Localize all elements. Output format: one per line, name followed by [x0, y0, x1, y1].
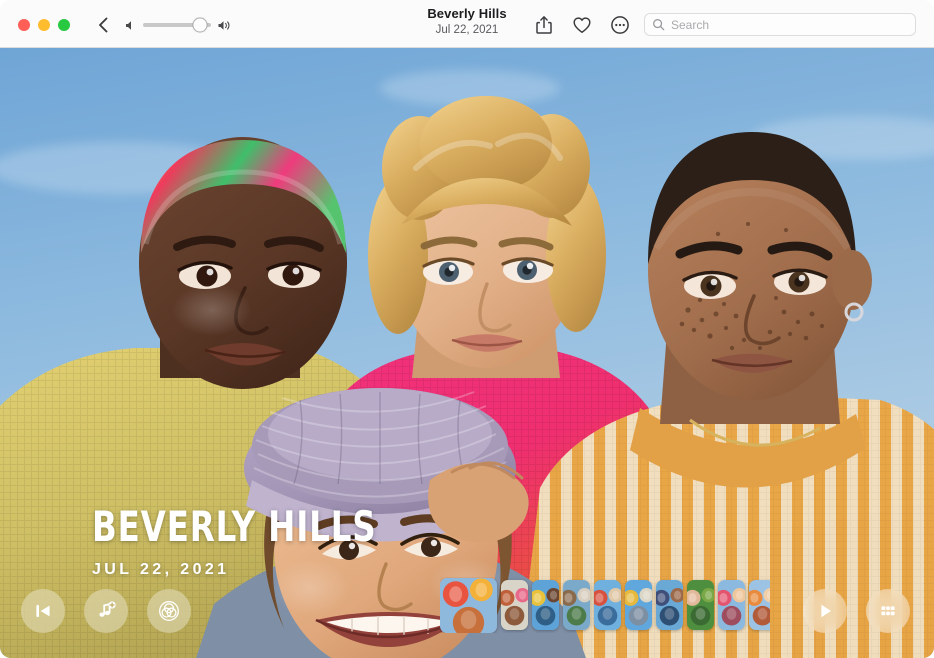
play-button[interactable] [803, 589, 847, 633]
previous-memory-button[interactable] [21, 589, 65, 633]
memory-music-button[interactable] [84, 589, 128, 633]
maximize-button[interactable] [58, 19, 70, 31]
memory-photo-stage[interactable]: BEVERLY HILLS JUL 22, 2021 [0, 48, 934, 658]
rewind-icon [33, 601, 53, 621]
chevron-left-icon [93, 14, 115, 36]
minimize-button[interactable] [38, 19, 50, 31]
thumbnail-image [687, 580, 714, 630]
play-icon [815, 601, 835, 621]
window-toolbar: Beverly Hills Jul 22, 2021 [0, 0, 934, 48]
thumbnail-image [656, 580, 683, 630]
memory-filters-button[interactable] [147, 589, 191, 633]
volume-slider-thumb[interactable] [193, 18, 208, 33]
memory-filmstrip[interactable] [440, 577, 770, 633]
photos-memory-window: Beverly Hills Jul 22, 2021 [0, 0, 934, 658]
share-icon [533, 14, 555, 36]
speaker-low-icon [124, 19, 137, 32]
music-note-plus-icon [95, 600, 117, 622]
thumbnail-image [532, 580, 559, 630]
filmstrip-thumbnail[interactable] [594, 580, 621, 630]
thumbnail-image [718, 580, 745, 630]
heart-icon [571, 14, 593, 36]
ellipsis-circle-icon [609, 14, 631, 36]
filmstrip-thumbnail[interactable] [656, 580, 683, 630]
filmstrip-thumbnail[interactable] [749, 580, 770, 630]
grid-view-button[interactable] [866, 589, 910, 633]
filters-venn-icon [158, 600, 180, 622]
search-icon [652, 18, 665, 31]
back-button[interactable] [93, 14, 115, 36]
close-button[interactable] [18, 19, 30, 31]
filmstrip-thumbnail[interactable] [501, 580, 528, 630]
more-button[interactable] [609, 14, 631, 36]
grid-icon [878, 601, 898, 621]
thumbnail-image [625, 580, 652, 630]
thumbnail-image [594, 580, 621, 630]
volume-slider-track[interactable] [143, 23, 211, 27]
share-button[interactable] [533, 14, 555, 36]
thumbnail-image [501, 580, 528, 630]
filmstrip-thumbnail[interactable] [687, 580, 714, 630]
filmstrip-thumbnail[interactable] [532, 580, 559, 630]
thumbnail-image [563, 580, 590, 630]
thumbnail-image [749, 580, 770, 630]
thumbnail-image [440, 578, 497, 633]
search-input[interactable]: Search [671, 19, 709, 31]
volume-control[interactable] [124, 17, 232, 33]
favorite-button[interactable] [571, 14, 593, 36]
filmstrip-thumbnail[interactable] [563, 580, 590, 630]
filmstrip-thumbnail[interactable] [625, 580, 652, 630]
filmstrip-thumbnail[interactable] [718, 580, 745, 630]
filmstrip-thumbnail[interactable] [440, 578, 497, 633]
search-field[interactable]: Search [644, 13, 916, 36]
traffic-lights [18, 19, 70, 31]
memory-photo [0, 48, 934, 658]
speaker-high-icon [217, 19, 232, 32]
